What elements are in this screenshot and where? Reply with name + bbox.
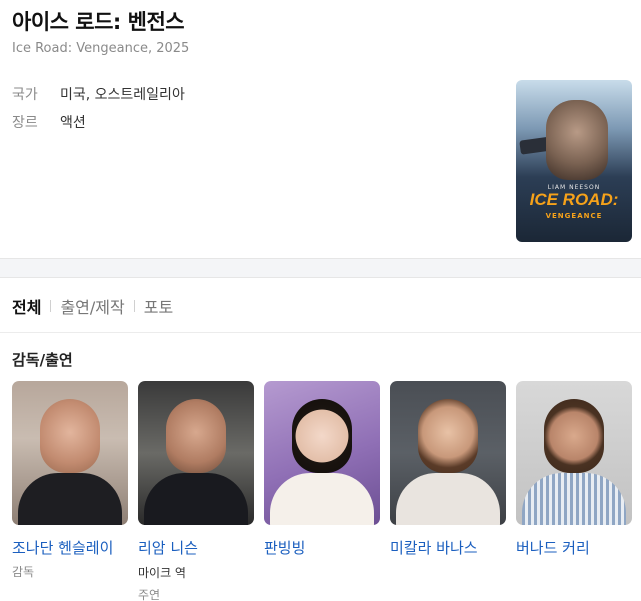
info-value-genre: 액션 bbox=[60, 115, 86, 131]
movie-subtitle: Ice Road: Vengeance, 2025 bbox=[12, 41, 190, 56]
section-title-director-cast: 감독/출연 bbox=[12, 351, 73, 369]
section-divider bbox=[0, 258, 641, 278]
cast-part: 주연 bbox=[138, 588, 161, 601]
cast-role: 마이크 역 bbox=[138, 566, 186, 580]
poster-logo: ICE ROAD: bbox=[529, 190, 619, 209]
cast-name[interactable]: 리암 니슨 bbox=[138, 537, 254, 558]
info-row-genre: 장르 액션 bbox=[12, 108, 185, 136]
cast-card[interactable]: 조나단 헨슬레이 감독 bbox=[12, 381, 128, 601]
tab-underline-divider bbox=[0, 332, 641, 333]
cast-photo[interactable] bbox=[138, 381, 254, 525]
info-key-genre: 장르 bbox=[12, 115, 38, 131]
content-tabs: 전체 출연/제작 포토 bbox=[12, 294, 173, 318]
cast-card[interactable]: 판빙빙 bbox=[264, 381, 380, 601]
info-key-country: 국가 bbox=[12, 87, 38, 103]
movie-poster[interactable]: LIAM NEESON ICE ROAD: VENGEANCE bbox=[516, 80, 632, 242]
movie-title: 아이스 로드: 벤전스 bbox=[12, 10, 185, 34]
cast-name[interactable]: 버나드 커리 bbox=[516, 537, 632, 558]
poster-logo-sub: VENGEANCE bbox=[545, 212, 603, 220]
tab-photo[interactable]: 포토 bbox=[144, 294, 173, 318]
cast-photo[interactable] bbox=[516, 381, 632, 525]
cast-photo[interactable] bbox=[264, 381, 380, 525]
cast-list: 조나단 헨슬레이 감독 리암 니슨 마이크 역 주연 판빙빙 미칼라 바나스 버… bbox=[12, 381, 641, 601]
tab-all[interactable]: 전체 bbox=[12, 294, 41, 318]
cast-photo-head bbox=[166, 399, 226, 473]
cast-photo-body bbox=[522, 473, 626, 525]
cast-photo[interactable] bbox=[390, 381, 506, 525]
cast-name[interactable]: 판빙빙 bbox=[264, 537, 380, 558]
info-row-country: 국가 미국, 오스트레일리아 bbox=[12, 80, 185, 108]
cast-name[interactable]: 조나단 헨슬레이 bbox=[12, 537, 128, 558]
cast-card[interactable]: 리암 니슨 마이크 역 주연 bbox=[138, 381, 254, 601]
cast-photo-body bbox=[144, 473, 248, 525]
poster-actor-face bbox=[546, 100, 608, 180]
cast-card[interactable]: 미칼라 바나스 bbox=[390, 381, 506, 601]
tab-cast-crew[interactable]: 출연/제작 bbox=[60, 294, 124, 318]
cast-photo[interactable] bbox=[12, 381, 128, 525]
cast-card[interactable]: 버나드 커리 bbox=[516, 381, 632, 601]
cast-photo-head bbox=[418, 399, 478, 473]
cast-name[interactable]: 미칼라 바나스 bbox=[390, 537, 506, 558]
cast-photo-head bbox=[292, 399, 352, 473]
tab-separator bbox=[133, 300, 135, 312]
cast-part: 감독 bbox=[12, 565, 35, 579]
movie-info-page: 아이스 로드: 벤전스 Ice Road: Vengeance, 2025 국가… bbox=[0, 0, 641, 601]
cast-photo-head bbox=[40, 399, 100, 473]
cast-photo-body bbox=[270, 473, 374, 525]
movie-info-list: 국가 미국, 오스트레일리아 장르 액션 bbox=[12, 80, 185, 136]
cast-photo-head bbox=[544, 399, 604, 473]
cast-photo-body bbox=[18, 473, 122, 525]
cast-photo-body bbox=[396, 473, 500, 525]
info-value-country: 미국, 오스트레일리아 bbox=[60, 87, 185, 103]
tab-separator bbox=[50, 300, 52, 312]
